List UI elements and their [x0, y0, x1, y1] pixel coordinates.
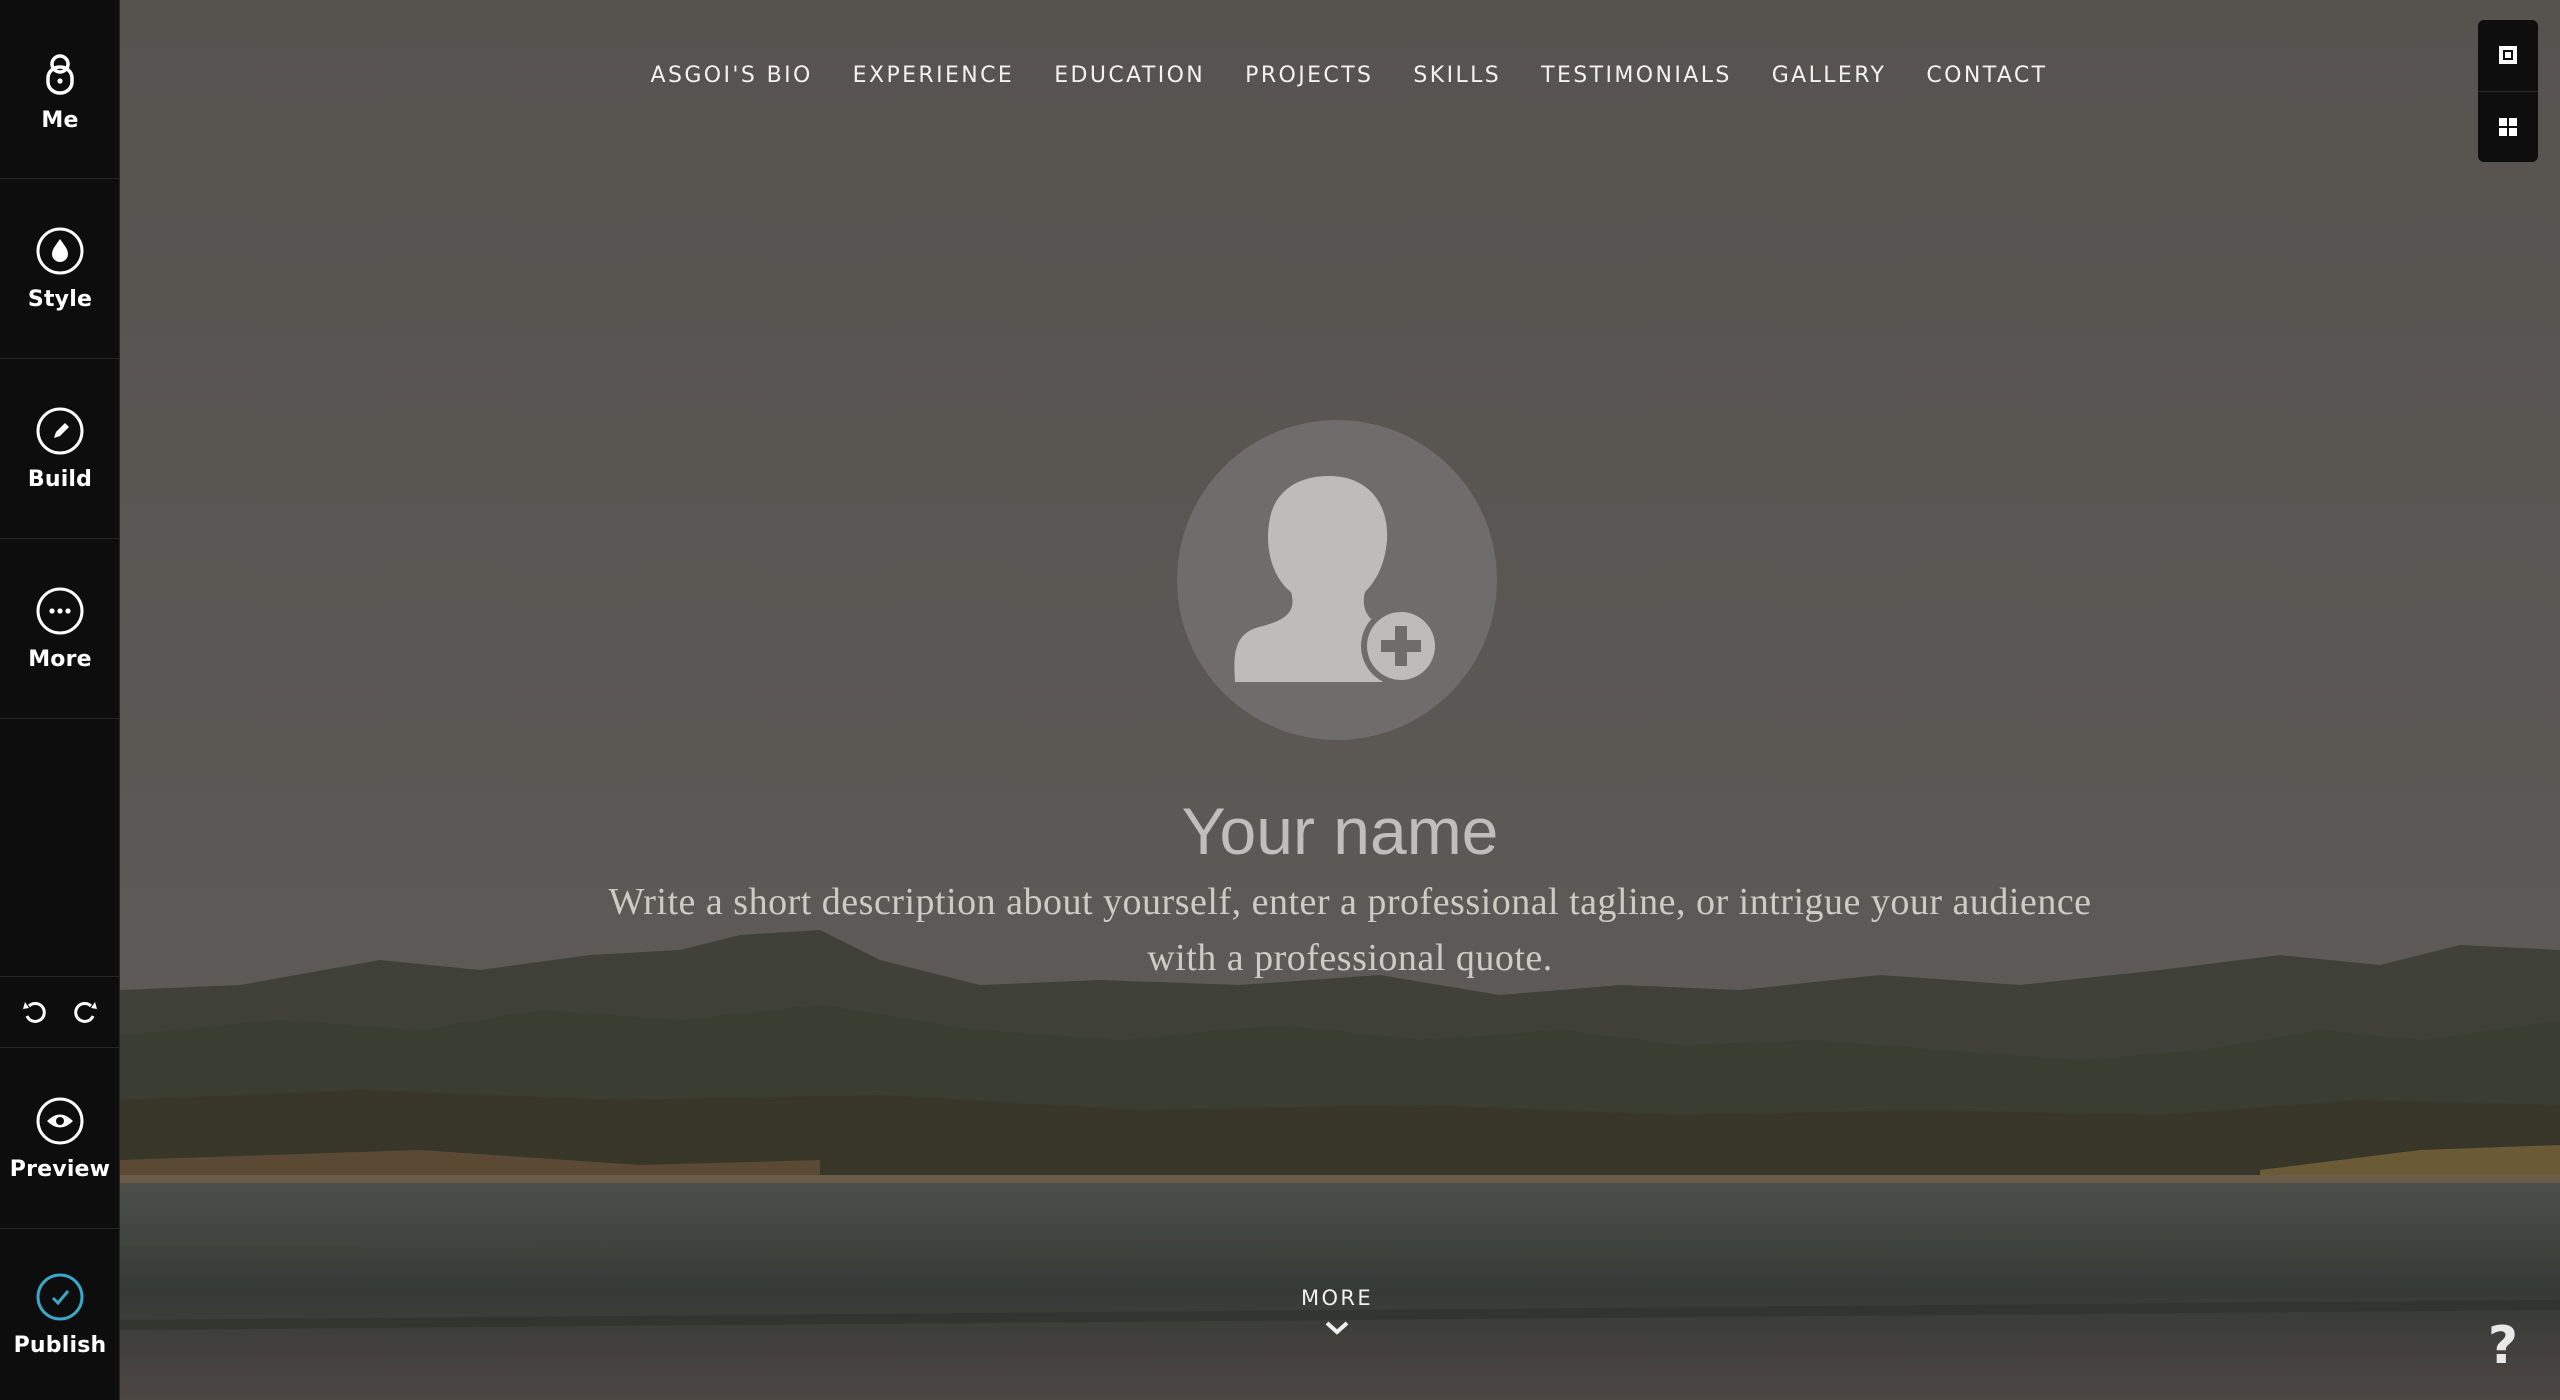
sidebar-item-publish[interactable]: Publish: [0, 1229, 120, 1400]
sidebar-item-style[interactable]: Style: [0, 179, 120, 359]
hero-name[interactable]: Your name: [120, 786, 2560, 876]
profile-photo-placeholder[interactable]: [1177, 420, 1497, 740]
sidebar-item-build[interactable]: Build: [0, 359, 120, 539]
sidebar-item-label: More: [28, 647, 92, 672]
pencil-icon: [36, 407, 84, 455]
scroll-more-button[interactable]: MORE: [1257, 1286, 1417, 1338]
sidebar-item-label: Preview: [9, 1156, 111, 1182]
more-label: MORE: [1300, 1286, 1374, 1310]
editor-sidebar: Me Style Build More Preview Publish: [0, 0, 120, 1400]
section-tools: [2478, 20, 2538, 162]
nav-item-contact[interactable]: CONTACT: [1926, 58, 2047, 94]
layout-grid-icon: [2499, 117, 2517, 136]
sidebar-item-label: Build: [27, 467, 93, 492]
section-settings-icon: [2499, 46, 2517, 65]
undo-icon[interactable]: [17, 994, 53, 1030]
layout-grid-button[interactable]: [2478, 90, 2538, 163]
nav-item-experience[interactable]: EXPERIENCE: [853, 58, 1015, 94]
section-settings-button[interactable]: [2478, 20, 2538, 91]
sidebar-item-label: Publish: [13, 1333, 107, 1358]
sidebar-item-label: Me: [41, 107, 79, 133]
redo-icon[interactable]: [67, 994, 103, 1030]
undo-redo-bar: [0, 976, 120, 1048]
sidebar-item-preview[interactable]: Preview: [0, 1048, 120, 1229]
sidebar-item-me[interactable]: Me: [0, 0, 120, 179]
sidebar-item-more[interactable]: More: [0, 539, 120, 719]
user-lock-icon: [46, 53, 74, 95]
nav-item-bio[interactable]: ASGOI'S BIO: [651, 58, 813, 94]
nav-item-skills[interactable]: SKILLS: [1413, 58, 1501, 94]
site-navigation: ASGOI'S BIO EXPERIENCE EDUCATION PROJECT…: [120, 58, 2560, 94]
nav-item-education[interactable]: EDUCATION: [1054, 58, 1205, 94]
eye-icon: [36, 1097, 84, 1144]
sidebar-item-label: Style: [27, 287, 93, 312]
nav-item-gallery[interactable]: GALLERY: [1772, 58, 1887, 94]
ellipsis-icon: [36, 587, 84, 635]
check-circle-icon: [36, 1273, 84, 1321]
site-canvas: ASGOI'S BIO EXPERIENCE EDUCATION PROJECT…: [120, 0, 2560, 1400]
nav-item-testimonials[interactable]: TESTIMONIALS: [1541, 58, 1732, 94]
hero-tagline[interactable]: Write a short description about yourself…: [600, 874, 2100, 986]
add-profile-photo-icon: [1234, 476, 1441, 686]
nav-item-projects[interactable]: PROJECTS: [1245, 58, 1373, 94]
drop-icon: [36, 227, 84, 275]
chevron-down-icon: [1325, 1321, 1349, 1335]
help-button[interactable]: ?: [2488, 1316, 2518, 1376]
